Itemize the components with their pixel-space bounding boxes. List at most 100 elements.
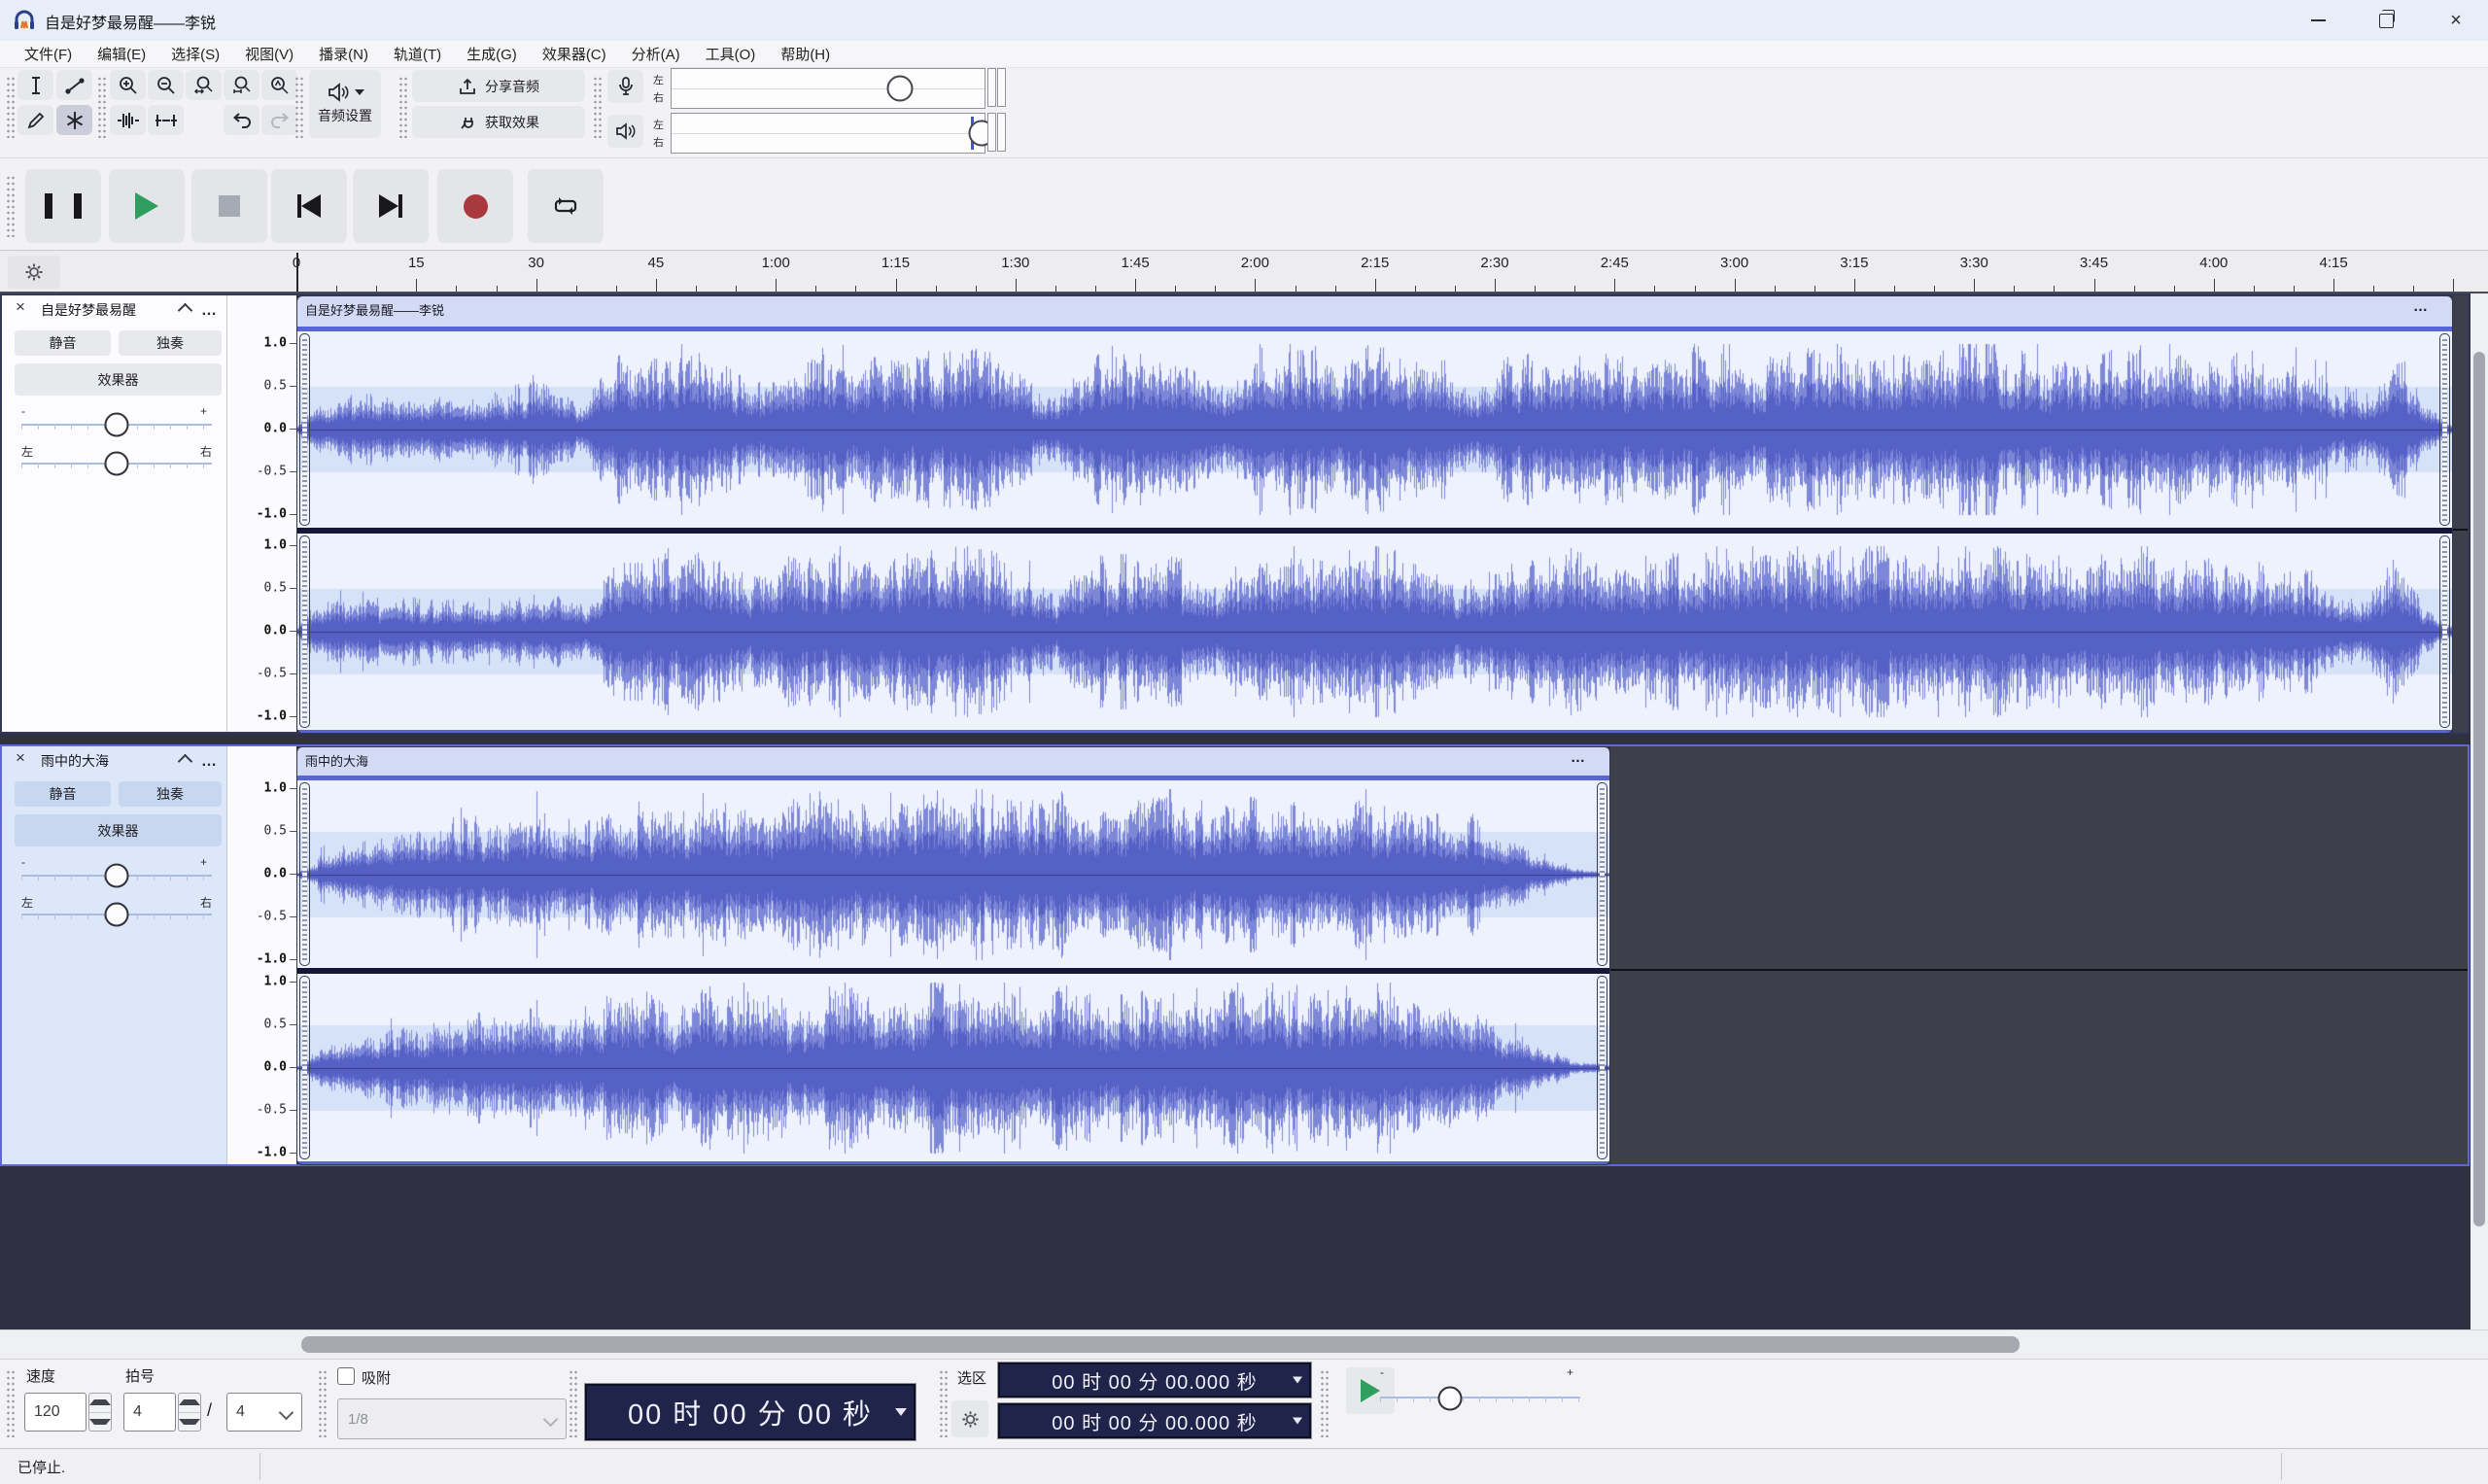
record-volume-slider-thumb[interactable] <box>887 76 914 102</box>
record-button[interactable] <box>437 169 513 243</box>
record-meter[interactable] <box>671 68 985 109</box>
waveform-channel-0[interactable] <box>297 780 1609 968</box>
track-collapse-icon[interactable] <box>178 303 193 319</box>
playhead-cursor[interactable] <box>296 253 298 292</box>
multi-tool-button[interactable] <box>56 105 92 135</box>
clip-header[interactable]: 雨中的大海… <box>297 747 1609 776</box>
time-display[interactable]: 00 时 00 分 00 秒 <box>584 1383 916 1441</box>
play-at-speed-grip[interactable] <box>1320 1369 1329 1437</box>
menu-item-generate[interactable]: 生成(G) <box>454 41 530 67</box>
horizontal-scrollbar-thumb[interactable] <box>301 1336 2020 1353</box>
waveform-channel-1[interactable] <box>297 534 2452 730</box>
clip-right-stretch-handle[interactable] <box>2439 333 2450 526</box>
undo-button[interactable] <box>224 105 259 135</box>
menu-item-file[interactable]: 文件(F) <box>12 41 85 67</box>
snap-checkbox[interactable] <box>337 1367 355 1385</box>
tempo-spinner[interactable] <box>88 1393 112 1432</box>
silence-audio-button[interactable] <box>148 105 184 135</box>
audio-clip[interactable]: 雨中的大海… <box>296 746 1610 1165</box>
menu-item-tracks[interactable]: 轨道(T) <box>381 41 454 67</box>
selection-options-button[interactable] <box>951 1400 988 1437</box>
clip-right-stretch-handle[interactable] <box>2439 535 2450 728</box>
zoom-in-button[interactable] <box>110 70 146 100</box>
audio-clip[interactable]: 自是好梦最易醒——李锐… <box>296 295 2453 734</box>
restore-button[interactable] <box>2354 0 2418 41</box>
get-effects-button[interactable]: 获取效果 <box>412 106 585 138</box>
vertical-scrollbar[interactable] <box>2471 293 2488 1329</box>
zoom-toggle-button[interactable] <box>261 70 297 100</box>
track-close-button[interactable]: × <box>16 748 25 768</box>
empty-track-space[interactable] <box>2453 295 2468 732</box>
vertical-scale-ruler[interactable]: 1.00.50.0-0.5-1.01.00.50.0-0.5-1.0 <box>226 295 296 732</box>
loop-button[interactable] <box>528 169 604 243</box>
gain-slider-thumb[interactable] <box>105 413 129 437</box>
skip-to-start-button[interactable] <box>271 169 347 243</box>
zoom-toolbar-grip[interactable] <box>97 76 106 138</box>
transport-toolbar-grip[interactable] <box>6 175 15 237</box>
timeline-ruler[interactable]: 01530451:001:151:301:452:002:152:302:453… <box>0 251 2488 293</box>
tempo-input[interactable]: 120 <box>24 1393 86 1432</box>
zoom-fit-button[interactable] <box>224 70 259 100</box>
track-title[interactable]: 雨中的大海 <box>41 751 109 771</box>
time-toolbar-grip[interactable] <box>569 1369 577 1437</box>
close-button[interactable]: × <box>2424 0 2488 41</box>
track-collapse-icon[interactable] <box>178 754 193 770</box>
effects-button[interactable]: 效果器 <box>15 363 222 396</box>
menu-item-record[interactable]: 播录(N) <box>306 41 381 67</box>
horizontal-scrollbar[interactable] <box>0 1329 2488 1359</box>
track-title[interactable]: 自是好梦最易醒 <box>41 300 136 320</box>
selection-end-arrow-icon[interactable] <box>1293 1418 1302 1425</box>
time-format-arrow-icon[interactable] <box>895 1408 907 1416</box>
timesig-lower-select[interactable]: 4 <box>226 1393 302 1432</box>
record-meter-mic-button[interactable] <box>607 70 643 103</box>
minimize-button[interactable] <box>2286 0 2350 41</box>
draw-tool-button[interactable] <box>17 105 53 135</box>
play-button[interactable] <box>109 169 185 243</box>
effects-button[interactable]: 效果器 <box>15 814 222 846</box>
pause-button[interactable] <box>25 169 101 243</box>
selection-start-field[interactable]: 00 时 00 分 00.000 秒 <box>997 1362 1312 1398</box>
speed-slider-thumb[interactable] <box>1438 1387 1463 1411</box>
clip-header[interactable]: 自是好梦最易醒——李锐… <box>297 296 2452 327</box>
title-bar[interactable]: 自是好梦最易醒——李锐 × <box>0 0 2488 41</box>
share-toolbar-grip[interactable] <box>398 76 407 138</box>
clip-right-stretch-handle[interactable] <box>1597 976 1607 1159</box>
playback-meter[interactable] <box>671 113 985 154</box>
menu-item-edit[interactable]: 编辑(E) <box>85 41 158 67</box>
menu-item-help[interactable]: 帮助(H) <box>768 41 843 67</box>
trim-audio-button[interactable] <box>110 105 146 135</box>
share-audio-button[interactable]: 分享音频 <box>412 70 585 102</box>
menu-item-tools[interactable]: 工具(O) <box>693 41 769 67</box>
audio-setup-grip[interactable] <box>294 76 303 138</box>
vertical-scrollbar-thumb[interactable] <box>2473 352 2485 1226</box>
zoom-selection-button[interactable] <box>186 70 222 100</box>
skip-to-end-button[interactable] <box>353 169 429 243</box>
pan-slider-thumb[interactable] <box>105 903 129 927</box>
solo-button[interactable]: 独奏 <box>119 330 222 356</box>
pan-slider-thumb[interactable] <box>105 452 129 476</box>
snapping-grip[interactable] <box>318 1369 327 1437</box>
selection-end-field[interactable]: 00 时 00 分 00.000 秒 <box>997 1402 1312 1439</box>
track-menu-button[interactable]: … <box>201 307 218 315</box>
timeline-options-button[interactable] <box>8 256 60 289</box>
gain-slider-thumb[interactable] <box>105 864 129 888</box>
vertical-scale-ruler[interactable]: 1.00.50.0-0.5-1.01.00.50.0-0.5-1.0 <box>226 746 296 1164</box>
solo-button[interactable]: 独奏 <box>119 781 222 807</box>
timesig-upper-input[interactable]: 4 <box>123 1393 176 1432</box>
meter-toolbar-grip[interactable] <box>593 76 602 138</box>
clip-menu-button[interactable]: … <box>2413 298 2428 315</box>
clip-left-stretch-handle[interactable] <box>299 976 310 1159</box>
audio-setup-button[interactable]: 音频设置 <box>309 70 381 138</box>
envelope-tool-button[interactable] <box>56 70 92 100</box>
mute-button[interactable]: 静音 <box>15 330 111 356</box>
mute-button[interactable]: 静音 <box>15 781 111 807</box>
redo-button[interactable] <box>261 105 297 135</box>
empty-track-space[interactable] <box>1610 746 2468 1164</box>
menu-item-view[interactable]: 视图(V) <box>232 41 306 67</box>
track-menu-button[interactable]: … <box>201 758 218 766</box>
menu-item-select[interactable]: 选择(S) <box>158 41 232 67</box>
selection-start-arrow-icon[interactable] <box>1293 1377 1302 1384</box>
clip-left-stretch-handle[interactable] <box>299 535 310 728</box>
waveform-channel-1[interactable] <box>297 974 1609 1161</box>
selection-toolbar-grip[interactable] <box>939 1369 948 1437</box>
